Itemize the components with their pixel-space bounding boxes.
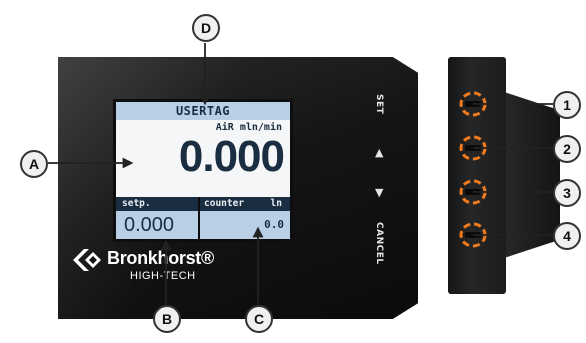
callout-lines: [48, 43, 554, 305]
callout-c: C: [245, 305, 273, 333]
callout-4: 4: [553, 222, 581, 250]
callout-d: D: [192, 14, 220, 42]
callout-b: B: [153, 305, 181, 333]
callout-a: A: [20, 150, 48, 178]
callout-3: 3: [553, 179, 581, 207]
callout-1: 1: [553, 91, 581, 119]
callout-2: 2: [553, 135, 581, 163]
